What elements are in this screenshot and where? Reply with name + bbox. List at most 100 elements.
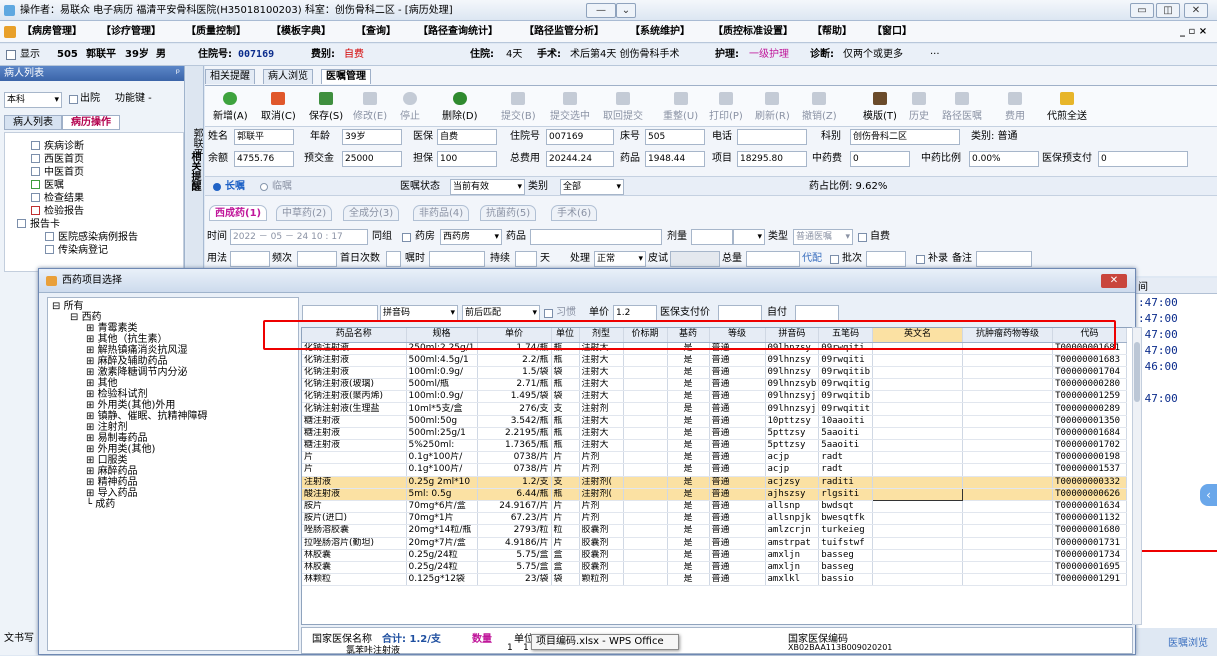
menu-quality[interactable]: 【质量控制】 [186,21,246,43]
submit-button[interactable]: 提交(B) [501,92,536,122]
pinyin-select[interactable]: 拼音码 ▾ [380,305,458,321]
table-row[interactable]: 胺片(进口) 70mg*1片 67.23/片片片剂 是普通 allsnpjk bwesqt… [302,512,1128,526]
table-row[interactable]: 化钠注射液(生理盐 10ml*5支/盒 276/支支注射剂 是普通 09lhnzsyj 0… [302,402,1128,416]
table-row[interactable]: 化钠注射液 100ml:0.9g/1.5/袋袋注射大 是普通 09lhnzsy 09rw… [302,366,1128,380]
self-pay-amount-field[interactable] [795,305,839,321]
order-state-select[interactable]: 当前有效 ▾ [450,179,525,195]
tree-node[interactable]: ⊞ 解热镇痛消炎抗风湿 [86,345,188,356]
search-input[interactable] [302,305,378,321]
tab-western-drug[interactable]: 西成药(1) [209,205,268,221]
menu-query[interactable]: 【查询】 [356,21,396,43]
dose-field[interactable] [691,229,733,245]
tree-node[interactable]: ⊞ 麻醉药品 [86,466,138,477]
table-row[interactable]: 糖注射液 500ml:25g/1 2.2195/瓶瓶注射大 是普通 5pttzsy 5aa… [302,427,1128,441]
table-row[interactable]: 化钠注射液 500ml:4.5g/1 2.2/瓶瓶注射大 是普通 09lhnzsy 09r… [302,354,1128,367]
menu-template[interactable]: 【模板字典】 [271,21,331,43]
dialog-close-icon[interactable]: ✕ [1101,274,1127,288]
tab-patient-browse[interactable]: 病人浏览 [263,69,313,84]
tab-herbal[interactable]: 中草药(2) [276,205,333,221]
table-row[interactable]: 注射液 0.25g 2ml*10 1.2/支支注射剂(是普通 acjzsy raditi… [302,476,1128,489]
dose-unit-select[interactable]: ▾ [733,229,765,245]
function-key-button[interactable]: 功能键 - [115,91,152,107]
table-row[interactable]: 酸注射液 5ml: 0.5g 6.44/瓶瓶注射剂(是普通 ajhszsy rlgsit… [302,487,1128,501]
drug-field[interactable] [530,229,662,245]
delete-button[interactable]: 删除(D) [442,92,478,122]
prepay-field[interactable]: 25000 [342,151,402,167]
same-group-checkbox[interactable] [402,233,411,242]
refresh-button[interactable]: 刷新(R) [755,92,790,122]
tab-non-drug[interactable]: 非药品(4) [413,205,470,221]
modify-button[interactable]: 修改(E) [353,92,387,122]
duration-field[interactable] [515,251,537,267]
maximize-icon[interactable]: ◫ [1156,3,1180,18]
minimize-icon[interactable]: — [586,3,616,18]
dept-field[interactable]: 创伤骨科二区 [850,129,960,145]
usage-field[interactable] [230,251,270,267]
match-select[interactable]: 前后匹配 ▾ [462,305,540,321]
cm-ratio-field[interactable]: 0.00% [969,151,1039,167]
restore-icon[interactable]: ▭ [1130,3,1154,18]
decoct-all-button[interactable]: 代煎全送 [1047,92,1087,122]
tab-order-manage[interactable]: 医嘱管理 [321,69,371,84]
out-checkbox[interactable] [69,95,78,104]
tree-node[interactable]: ⊞ 精神药品 [86,477,138,488]
revoke-button[interactable]: 撤销(Z) [802,92,837,122]
retrieve-button[interactable]: 取回提交 [603,92,643,122]
tree-node[interactable]: ⊞ 口服类 [86,455,128,466]
order-browse-tab[interactable]: 医嘱浏览 [1168,634,1208,649]
menu-path-stats[interactable]: 【路径查询统计】 [418,21,498,43]
age-field[interactable]: 39岁 [342,129,402,145]
bed-field[interactable]: 505 [645,129,705,145]
side-expand-icon[interactable]: ‹ [1200,484,1217,506]
add-button[interactable]: 新增(A) [213,92,248,122]
pharmacy-select[interactable]: 西药房 ▾ [440,229,502,245]
table-row[interactable]: 化钠注射液(玻璃) 500ml/瓶 2.71/瓶瓶注射大 是普通 09lhnzsyb 09… [302,378,1128,392]
tree-item-contagion[interactable]: 传染病登记 [45,241,108,256]
item-fee-field[interactable]: 18295.80 [737,151,807,167]
show-checkbox[interactable] [6,50,16,60]
tree-node[interactable]: ⊞ 外用类(其他) [86,444,155,455]
remark-field[interactable] [976,251,1032,267]
fee-button[interactable]: 费用 [1005,92,1025,122]
path-order-button[interactable]: 路径医嘱 [942,92,982,122]
tree-node[interactable]: ⊞ 镇静、催眠、抗精神障碍 [86,411,208,422]
table-row[interactable]: 糖注射液 500ml:50g 3.542/瓶瓶注射大 是普通 10pttzsy 10aao… [302,415,1128,428]
tab-surgery[interactable]: 手术(6) [551,205,598,221]
table-row[interactable]: 片 0.1g*100片/0738/片片片剂是普通 acjp radt T00000001… [302,463,1128,477]
skin-test-field[interactable] [670,251,720,267]
temp-order-radio[interactable] [260,183,268,191]
tree-node[interactable]: ⊞ 青霉素类 [86,323,138,334]
tree-node[interactable]: ⊞ 注射剂 [86,422,128,433]
tab-reminders[interactable]: 相关提醒 [205,69,255,84]
habit-checkbox[interactable] [544,309,553,318]
process-select[interactable]: 正常 ▾ [594,251,646,267]
tree-node[interactable]: ⊞ 激素降糖调节内分泌 [86,367,188,378]
order-cat-select[interactable]: 全部 ▾ [560,179,624,195]
tree-node[interactable]: ⊞ 检验科试剂 [86,389,148,400]
menu-ward[interactable]: 【病房管理】 [22,21,82,43]
table-row[interactable]: 林胶囊 0.25g/24粒 5.75/盒盒胶囊剂 是普通 amxljn basseg T00… [302,561,1128,575]
cm-fee-field[interactable]: 0 [850,151,910,167]
supplement-checkbox[interactable] [916,255,925,264]
tab-full-ingredient[interactable]: 全成分(3) [343,205,400,221]
tab-patient-list[interactable]: 病人列表 [4,115,62,130]
menu-help[interactable]: 【帮助】 [812,21,852,43]
chevron-down-icon[interactable]: ⌄ [616,3,636,18]
tab-record-ops[interactable]: 病历操作 [62,115,120,130]
batch-field[interactable] [866,251,906,267]
guarantee-field[interactable]: 100 [437,151,497,167]
tab-antibiotic[interactable]: 抗菌药(5) [480,205,537,221]
time-field[interactable]: 2022 － 05 － 24 10 : 17 [230,229,368,245]
order-time-field[interactable] [429,251,485,267]
self-pay-checkbox[interactable] [858,233,867,242]
table-row[interactable]: 糖注射液 5%250ml: 1.7365/瓶瓶注射大 是普通 5pttzsy 5aaoit… [302,439,1128,453]
tree-node[interactable]: ⊞ 其他（抗生素） [86,334,168,345]
order-type-select[interactable]: 普通医嘱 ▾ [793,229,853,245]
cancel-button[interactable]: 取消(C) [261,92,296,122]
table-row[interactable]: 胺片 70mg*6片/盒 24.9167/片片片剂 是普通 allsnp bwdsqt T0… [302,500,1128,514]
template-button[interactable]: 模版(T) [863,92,897,122]
tree-node-all[interactable]: ⊟ 所有 [52,301,84,312]
total-qty-field[interactable] [746,251,800,267]
close-icon[interactable]: ✕ [1184,3,1208,18]
tree-node[interactable]: ⊞ 其他 [86,378,118,389]
